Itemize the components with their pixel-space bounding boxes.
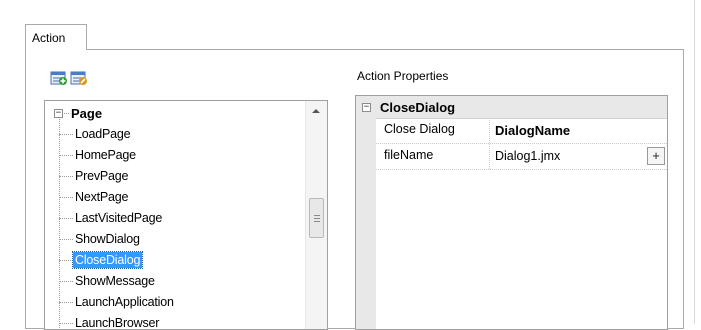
tree-item-label: PrevPage [73,168,130,184]
collapse-icon[interactable]: − [362,103,371,112]
properties-title: Action Properties [357,69,448,83]
add-action-icon[interactable] [50,70,68,86]
tree-node-page[interactable]: − Page [54,104,102,122]
tree-item-showdialog[interactable]: ShowDialog [59,228,142,249]
scroll-up-arrow-icon[interactable] [312,109,320,113]
property-value-text[interactable]: Dialog1.jmx [495,149,560,163]
tree-connector [59,134,73,135]
tree-item-launchapplication[interactable]: LaunchApplication [59,291,176,312]
tree-item-showmessage[interactable]: ShowMessage [59,270,157,291]
tree-scrollbar[interactable] [305,101,328,330]
tree-connector [59,281,73,282]
grip-line [314,221,320,222]
tree-item-label: LaunchApplication [73,294,176,310]
tab-action[interactable]: Action [25,24,87,50]
tree-item-nextpage[interactable]: NextPage [59,186,130,207]
tree-item-prevpage[interactable]: PrevPage [59,165,130,186]
tree-item-label: LastVisitedPage [73,210,164,226]
tree-connector [59,323,73,324]
tree-connector [59,260,73,261]
scroll-thumb[interactable] [309,198,324,238]
property-group-header[interactable]: − CloseDialog [356,96,668,119]
action-window: Action − Page [0,0,701,324]
grip-line [314,218,320,219]
collapse-icon[interactable]: − [54,109,63,118]
tree-item-label: CloseDialog [73,252,142,268]
browse-button[interactable]: + [647,147,665,165]
property-group-name: CloseDialog [380,100,455,115]
property-name: fileName [376,144,490,169]
tree-node-label: Page [71,106,102,121]
tree-item-label: ShowMessage [73,273,157,289]
tree-connector [59,155,73,156]
tree-item-lastvisitedpage[interactable]: LastVisitedPage [59,207,164,228]
property-row-close-dialog[interactable]: Close Dialog DialogName [376,118,667,144]
action-tree[interactable]: − Page LoadPage HomePage PrevPage NextPa… [44,100,328,330]
tree-connector [59,302,73,303]
property-value[interactable]: Dialog1.jmx + [490,144,667,169]
tree-item-homepage[interactable]: HomePage [59,144,138,165]
edit-action-icon[interactable] [70,70,88,86]
tree-connector [59,239,73,240]
tree-item-closedialog[interactable]: CloseDialog [59,249,142,270]
tree-item-label: NextPage [73,189,130,205]
tree-connector [59,197,73,198]
tree-item-label: ShowDialog [73,231,142,247]
property-value[interactable]: DialogName [490,118,667,143]
tree-connector [59,218,73,219]
tree-item-launchbrowser[interactable]: LaunchBrowser [59,312,161,330]
tree-item-loadpage[interactable]: LoadPage [59,123,132,144]
property-grid[interactable]: − CloseDialog Close Dialog DialogName fi… [355,95,668,330]
tree-connector [59,176,73,177]
grip-line [314,215,320,216]
property-row-filename[interactable]: fileName Dialog1.jmx + [376,144,667,170]
tree-connector [64,113,69,114]
tree-item-label: LoadPage [73,126,132,142]
property-name: Close Dialog [376,118,490,143]
tree-item-label: LaunchBrowser [73,315,161,330]
property-grid-gutter [356,118,376,330]
tree-item-label: HomePage [73,147,138,163]
